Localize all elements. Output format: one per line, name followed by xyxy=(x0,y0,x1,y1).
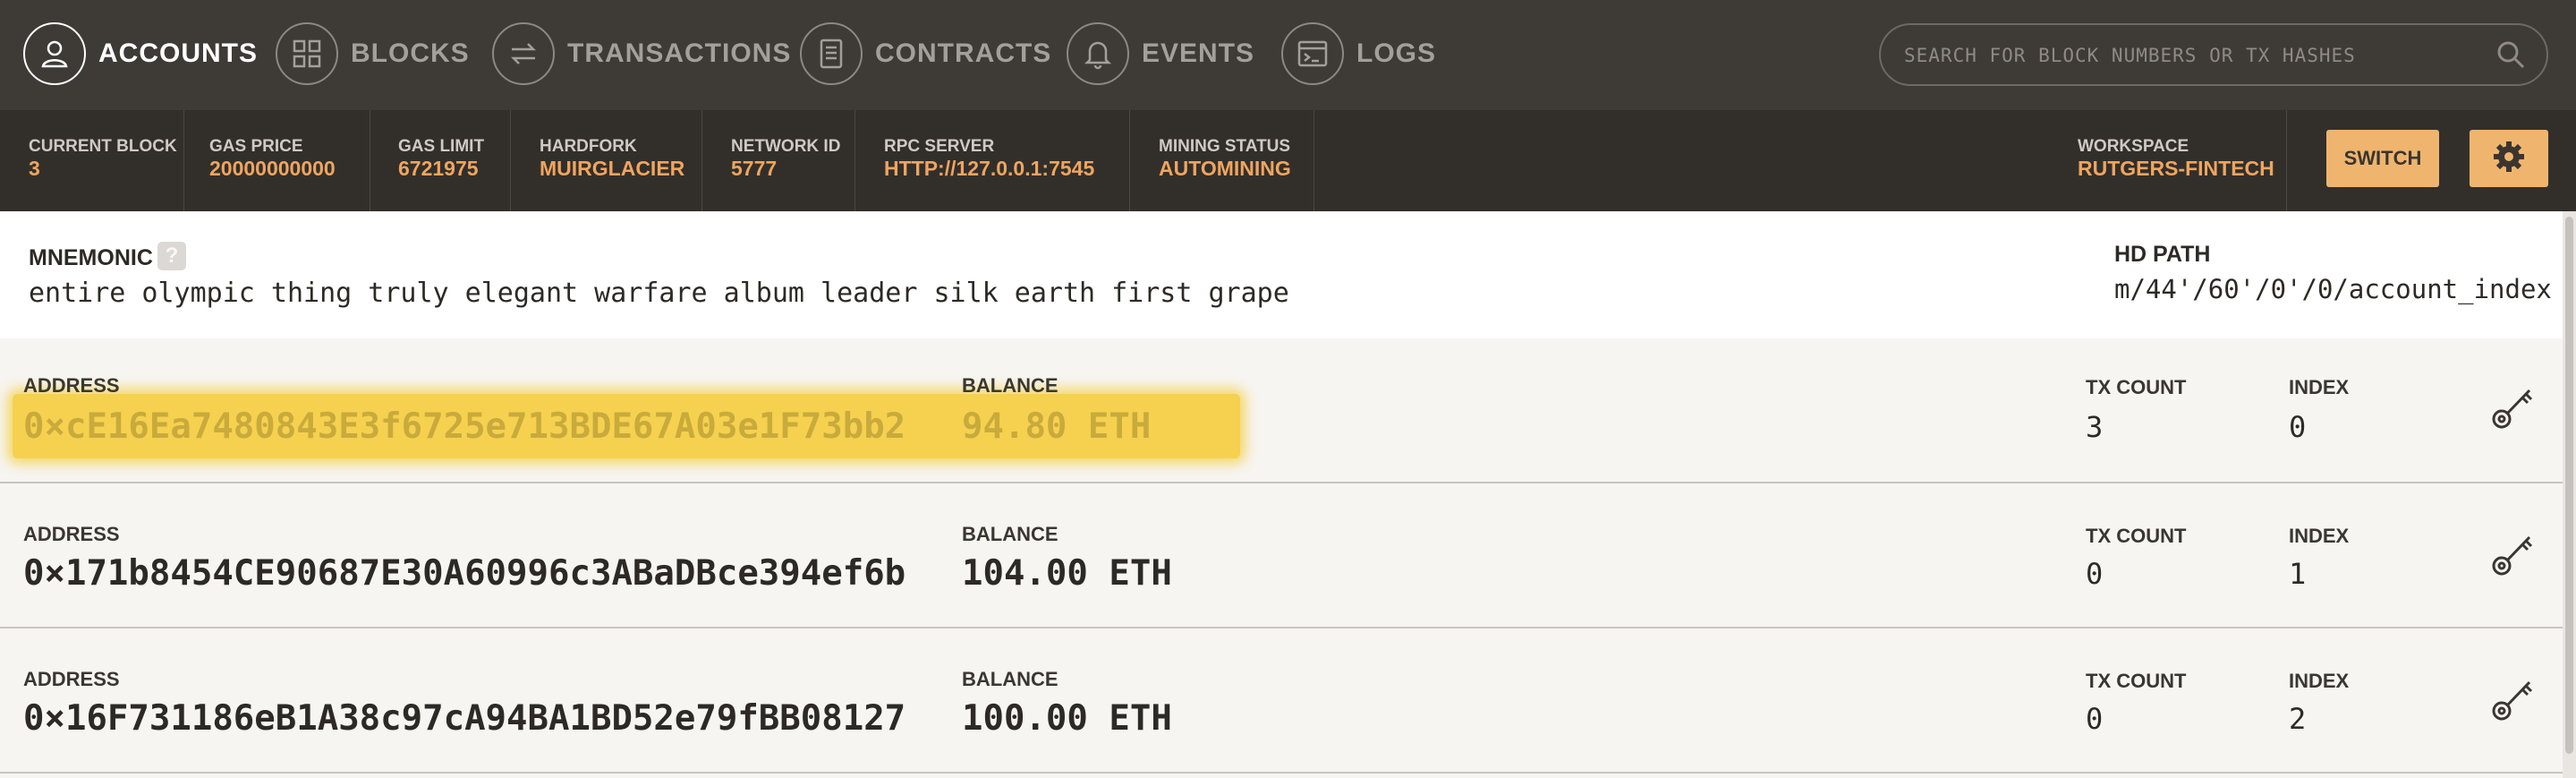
account-row[interactable]: ADDRESS 0×171b8454CE90687E30A60996c3ABaD… xyxy=(0,483,2563,628)
gas-limit-stat: GAS LIMIT 6721975 xyxy=(370,110,511,211)
account-tx-count: 0 xyxy=(2086,702,2104,736)
key-icon[interactable] xyxy=(2490,675,2535,728)
nav-contracts-label: CONTRACTS xyxy=(875,38,1052,68)
hd-path-value: m/44'/60'/0'/0/account_index xyxy=(2114,274,2552,304)
key-icon[interactable] xyxy=(2490,530,2535,583)
current-block-stat: CURRENT BLOCK 3 xyxy=(0,110,184,211)
scrollbar-thumb[interactable] xyxy=(2565,217,2573,754)
network-id-value: 5777 xyxy=(731,157,778,180)
mnemonic-words: entire olympic thing truly elegant warfa… xyxy=(29,278,1289,309)
nav-blocks[interactable]: BLOCKS xyxy=(276,21,470,86)
rpc-server-stat: RPC SERVER HTTP://127.0.0.1:7545 xyxy=(855,110,1130,211)
gear-icon xyxy=(2491,139,2527,179)
tx-count-label: TX COUNT xyxy=(2086,376,2187,398)
scrollbar[interactable] xyxy=(2563,211,2576,778)
terminal-icon xyxy=(1281,22,1344,85)
nav-transactions-label: TRANSACTIONS xyxy=(567,38,792,68)
account-balance: 100.00 ETH xyxy=(962,698,1172,739)
address-label: ADDRESS xyxy=(23,668,120,690)
account-icon xyxy=(23,22,86,85)
network-id-stat: NETWORK ID 5777 xyxy=(702,110,855,211)
hardfork-label: HARDFORK xyxy=(540,137,637,156)
mining-status-label: MINING STATUS xyxy=(1159,137,1291,156)
help-icon[interactable]: ? xyxy=(157,242,186,270)
transactions-icon xyxy=(492,22,555,85)
account-tx-count: 3 xyxy=(2086,410,2104,444)
gas-price-value: 20000000000 xyxy=(209,157,336,180)
account-row[interactable]: ADDRESS 0×cE16Ea7480843E3f6725e713BDE67A… xyxy=(0,338,2563,483)
balance-label: BALANCE xyxy=(962,374,1058,397)
gas-limit-value: 6721975 xyxy=(398,157,479,180)
index-label: INDEX xyxy=(2289,525,2350,547)
account-index: 2 xyxy=(2289,702,2307,736)
workspace-stat: WORKSPACE RUTGERS-FINTECH xyxy=(2049,110,2287,211)
nav-logs-label: LOGS xyxy=(1356,38,1437,68)
top-nav: ACCOUNTS BLOCKS TRANSACTIONS CONTRACTS E… xyxy=(0,0,2576,110)
address-label: ADDRESS xyxy=(23,523,120,545)
balance-label: BALANCE xyxy=(962,523,1058,545)
account-tx-count: 0 xyxy=(2086,557,2104,591)
nav-accounts[interactable]: ACCOUNTS xyxy=(23,21,258,86)
hd-path-label: HD PATH xyxy=(2114,242,2211,267)
gas-price-stat: GAS PRICE 20000000000 xyxy=(181,110,370,211)
network-id-label: NETWORK ID xyxy=(731,137,841,156)
switch-workspace-button[interactable]: SWITCH xyxy=(2326,130,2439,187)
nav-events-label: EVENTS xyxy=(1142,38,1255,68)
gas-price-label: GAS PRICE xyxy=(209,137,303,156)
nav-events[interactable]: EVENTS xyxy=(1067,21,1254,86)
mnemonic-label: MNEMONIC xyxy=(29,245,153,270)
nav-contracts[interactable]: CONTRACTS xyxy=(800,21,1051,86)
account-address: 0×16F731186eB1A38c97cA94BA1BD52e79fBB081… xyxy=(23,698,906,739)
contracts-icon xyxy=(800,22,863,85)
mining-status-value: AUTOMINING xyxy=(1159,157,1291,180)
nav-logs[interactable]: LOGS xyxy=(1281,21,1436,86)
address-label: ADDRESS xyxy=(23,374,120,397)
account-row[interactable]: ADDRESS 0×16F731186eB1A38c97cA94BA1BD52e… xyxy=(0,628,2563,774)
mining-status-stat: MINING STATUS AUTOMINING xyxy=(1130,110,1314,211)
workspace-label: WORKSPACE xyxy=(2078,137,2189,156)
account-balance: 94.80 ETH xyxy=(962,406,1152,447)
status-bar: CURRENT BLOCK 3 GAS PRICE 20000000000 GA… xyxy=(0,110,2576,211)
blocks-icon xyxy=(276,22,338,85)
account-address: 0×cE16Ea7480843E3f6725e713BDE67A03e1F73b… xyxy=(23,406,906,447)
nav-transactions[interactable]: TRANSACTIONS xyxy=(492,21,791,86)
account-address: 0×171b8454CE90687E30A60996c3ABaDBce394ef… xyxy=(23,553,906,594)
current-block-value: 3 xyxy=(29,157,40,180)
nav-blocks-label: BLOCKS xyxy=(351,38,470,68)
bell-icon xyxy=(1067,22,1129,85)
key-icon[interactable] xyxy=(2490,383,2535,436)
tx-count-label: TX COUNT xyxy=(2086,670,2187,692)
settings-button[interactable] xyxy=(2470,130,2548,187)
rpc-server-label: RPC SERVER xyxy=(884,137,995,156)
search-icon[interactable] xyxy=(2495,38,2527,75)
search-box[interactable] xyxy=(1879,23,2548,86)
rpc-server-value: HTTP://127.0.0.1:7545 xyxy=(884,157,1095,180)
mnemonic-panel: MNEMONIC ? entire olympic thing truly el… xyxy=(0,211,2576,340)
index-label: INDEX xyxy=(2289,670,2350,692)
workspace-value: RUTGERS-FINTECH xyxy=(2078,157,2274,180)
tx-count-label: TX COUNT xyxy=(2086,525,2187,547)
gas-limit-label: GAS LIMIT xyxy=(398,137,485,156)
hardfork-value: MUIRGLACIER xyxy=(540,157,685,180)
current-block-label: CURRENT BLOCK xyxy=(29,137,177,156)
index-label: INDEX xyxy=(2289,376,2350,398)
account-balance: 104.00 ETH xyxy=(962,553,1172,594)
account-index: 1 xyxy=(2289,557,2307,591)
search-input[interactable] xyxy=(1902,25,2478,86)
hardfork-stat: HARDFORK MUIRGLACIER xyxy=(511,110,702,211)
nav-accounts-label: ACCOUNTS xyxy=(98,38,258,68)
balance-label: BALANCE xyxy=(962,668,1058,690)
account-index: 0 xyxy=(2289,410,2307,444)
